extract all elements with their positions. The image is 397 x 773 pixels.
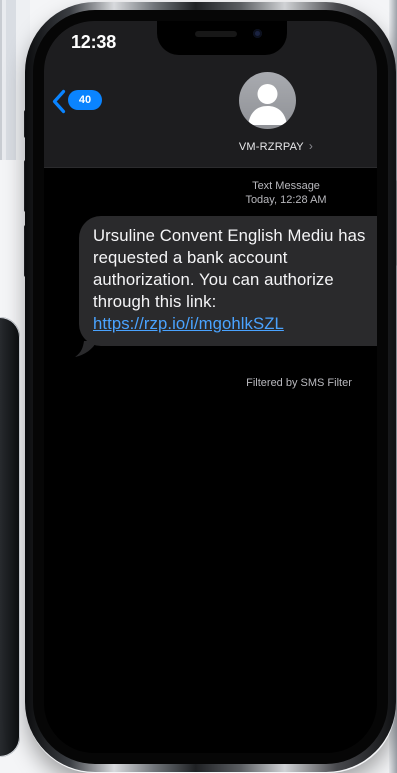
phone-frame: 12:38 40 VM-RZRPAY › Text Message Today,… [25, 2, 396, 772]
background-phone [0, 317, 20, 757]
camera-icon [253, 29, 262, 38]
phone-bezel: 12:38 40 VM-RZRPAY › Text Message Today,… [33, 10, 388, 764]
back-button[interactable]: 40 [51, 87, 102, 117]
messages-screen: 12:38 40 VM-RZRPAY › Text Message Today,… [44, 21, 377, 753]
contact-name: VM-RZRPAY [238, 141, 304, 153]
message-link[interactable]: https://rzp.io/i/mgohlkSZL [93, 314, 284, 333]
message-timestamp: Today, 12:28 AM [245, 194, 327, 206]
scene: 12:38 40 VM-RZRPAY › Text Message Today,… [0, 0, 397, 773]
chevron-left-icon [52, 89, 66, 114]
message-text: Ursuline Convent English Mediu has reque… [93, 226, 366, 311]
notch [157, 21, 287, 55]
speaker-icon [195, 31, 237, 37]
contact-name-button[interactable]: VM-RZRPAY › [216, 139, 336, 153]
contact-avatar[interactable] [239, 72, 296, 129]
message-metadata: Text Message Today, 12:28 AM [176, 179, 377, 207]
person-icon [248, 84, 287, 125]
message-type: Text Message [252, 180, 320, 192]
sms-filter-note: Filtered by SMS Filter [246, 377, 352, 389]
conversation-header: 12:38 40 VM-RZRPAY › [44, 21, 377, 168]
status-time: 12:38 [71, 32, 117, 52]
incoming-message-bubble[interactable]: Ursuline Convent English Mediu has reque… [79, 216, 377, 346]
unread-count-badge: 40 [68, 90, 102, 110]
contact-chevron-icon: › [308, 139, 314, 153]
